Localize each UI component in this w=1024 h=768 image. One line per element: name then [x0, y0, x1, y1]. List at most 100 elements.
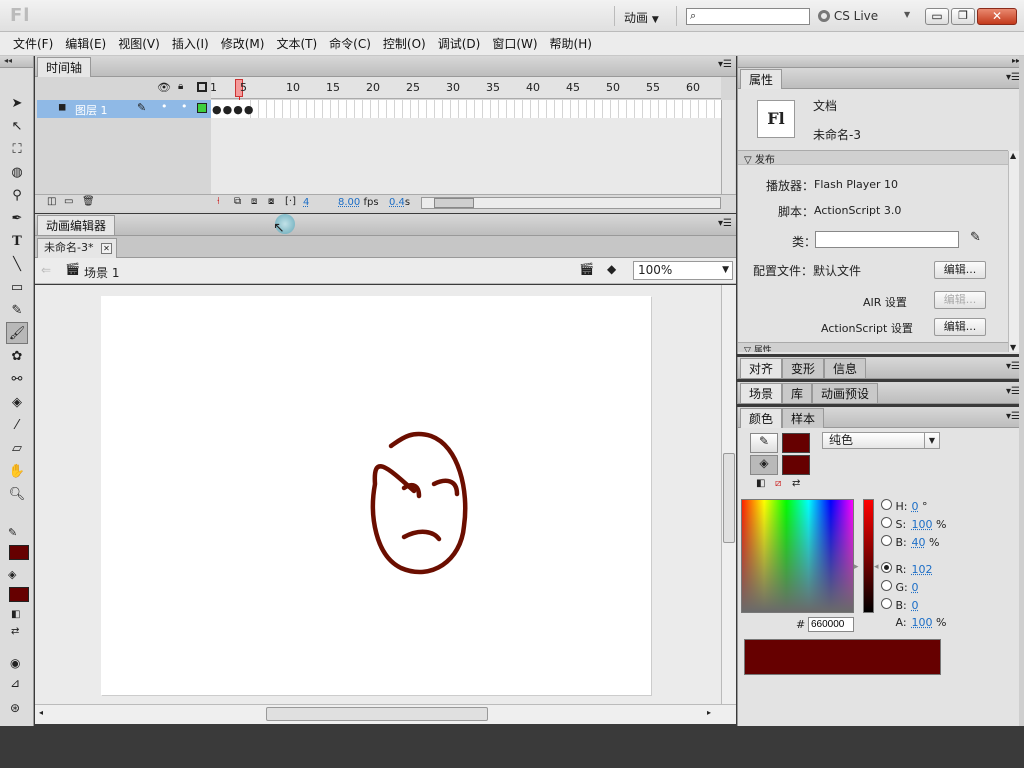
menu-item[interactable]: 窗口(W)	[486, 32, 543, 56]
slider-arrow-icon[interactable]: ◂	[874, 562, 879, 572]
pen-tool-icon[interactable]: ✒	[6, 207, 28, 229]
stage-hscroll-thumb[interactable]	[266, 707, 488, 721]
channel-value[interactable]: 100	[912, 616, 933, 629]
channel-radio[interactable]	[881, 535, 892, 546]
tab-row3-1[interactable]: 样本	[782, 408, 825, 428]
search-input[interactable]: ⌕	[686, 8, 810, 25]
timeline-hscroll-thumb[interactable]	[434, 198, 474, 208]
modify-markers-icon[interactable]: [·]	[285, 196, 296, 207]
lasso-tool-icon[interactable]: ⚲	[6, 184, 28, 206]
menu-item[interactable]: 命令(C)	[323, 32, 377, 56]
swap-colors-icon[interactable]: ⇄	[792, 478, 800, 489]
scroll-up-icon[interactable]: ▲	[1010, 151, 1016, 160]
edit-multiple-icon[interactable]: ⧇	[268, 196, 274, 207]
3d-rotation-tool-icon[interactable]: ◍	[6, 161, 28, 183]
tab-timeline[interactable]: 时间轴	[37, 57, 92, 77]
layer-color-box[interactable]	[197, 103, 207, 113]
channel-radio[interactable]	[881, 580, 892, 591]
zoom-select[interactable]: 100% ▼	[633, 261, 733, 280]
menu-item[interactable]: 文件(F)	[7, 32, 59, 56]
stage-vscroll[interactable]	[721, 285, 736, 704]
properties-collapse[interactable]: ▸▸	[738, 56, 1024, 68]
channel-value[interactable]: 0	[912, 500, 919, 513]
menu-item[interactable]: 帮助(H)	[544, 32, 598, 56]
channel-radio[interactable]	[881, 517, 892, 528]
scene-label[interactable]: 场景 1	[84, 264, 119, 281]
black-white-icon[interactable]: ◧	[11, 609, 20, 620]
cs-live-menu-icon[interactable]: ▼	[904, 10, 910, 19]
tab-row2-2[interactable]: 动画预设	[812, 383, 879, 403]
stroke-swatch[interactable]	[782, 433, 810, 453]
tools-collapse[interactable]: ◂◂	[0, 56, 33, 68]
channel-radio[interactable]	[881, 562, 892, 573]
channel-value[interactable]: 0	[912, 599, 919, 612]
zoom-tool-icon[interactable]: 🔍︎	[6, 483, 28, 505]
hand-tool-icon[interactable]: ✋	[6, 460, 28, 482]
tab-row2-1[interactable]: 库	[782, 383, 813, 403]
tab-row1-2[interactable]: 信息	[824, 358, 867, 378]
channel-value[interactable]: 40	[912, 536, 926, 549]
frames-row[interactable]: ● ● ● ●	[211, 100, 721, 118]
scroll-left-icon[interactable]: ◂	[39, 708, 43, 717]
paint-bucket-tool-icon[interactable]: ◈	[6, 391, 28, 413]
fps-display[interactable]: 8.00 fps	[338, 197, 379, 208]
scroll-right-icon[interactable]: ▸	[707, 708, 711, 717]
stroke-pencil-icon[interactable]: ✎	[750, 433, 778, 453]
fill-bucket-icon[interactable]: ◈	[750, 455, 778, 475]
keyframes[interactable]: ● ● ● ●	[211, 100, 253, 118]
smooth-icon[interactable]: ⊿	[10, 676, 20, 690]
timeline-hscroll[interactable]	[421, 197, 721, 209]
restore-button[interactable]: ❐	[951, 8, 975, 25]
publish-section-header[interactable]: ▽ 发布	[738, 150, 1008, 166]
elapsed-time[interactable]: 0.4s	[389, 197, 410, 208]
eraser-tool-icon[interactable]: ▱	[6, 437, 28, 459]
stage-vscroll-thumb[interactable]	[723, 453, 735, 543]
swap-colors-icon[interactable]: ⇄	[11, 626, 19, 637]
menu-item[interactable]: 文本(T)	[270, 32, 323, 56]
scroll-down-icon[interactable]: ▼	[1010, 343, 1016, 352]
class-field[interactable]	[815, 231, 959, 248]
layer-row[interactable]: ◼ 图层 1 ✎ • •	[37, 100, 211, 118]
snap-icon[interactable]: ◉	[10, 656, 20, 670]
panel-menu-icon[interactable]: ▾☰	[718, 59, 732, 70]
fill-swatch[interactable]	[782, 455, 810, 475]
fill-color-swatch[interactable]	[9, 587, 29, 602]
delete-layer-icon[interactable]: 🗑︎	[82, 196, 95, 207]
current-frame[interactable]: 4	[303, 197, 309, 208]
stage[interactable]	[101, 296, 651, 695]
edit-symbols-icon[interactable]: ◆	[607, 262, 616, 276]
close-button[interactable]: ✕	[977, 8, 1017, 25]
timeline-vscroll[interactable]	[721, 100, 735, 194]
workspace-switcher[interactable]: 动画 ▼	[624, 9, 659, 26]
edit-scene-icon[interactable]: 🎬︎	[579, 262, 594, 276]
text-tool-icon[interactable]: T	[6, 230, 28, 252]
tab-row3-0[interactable]: 颜色	[740, 408, 783, 428]
visibility-dot[interactable]: •	[161, 100, 168, 113]
pencil-tool-icon[interactable]: ✎	[6, 299, 28, 321]
tab-document[interactable]: 未命名-3* ✕	[37, 238, 117, 258]
onion-skin-icon[interactable]: ⧉	[234, 196, 241, 207]
channel-radio[interactable]	[881, 598, 892, 609]
tab-row1-1[interactable]: 变形	[782, 358, 825, 378]
object-drawing-icon[interactable]: ⊛	[10, 701, 20, 715]
eyedropper-tool-icon[interactable]: ⁄	[6, 414, 28, 436]
edit-profile-button[interactable]: 编辑...	[934, 261, 986, 279]
free-transform-tool-icon[interactable]: ⛶	[6, 138, 28, 160]
channel-value[interactable]: 0	[912, 581, 919, 594]
tab-properties[interactable]: 属性	[740, 69, 783, 89]
menu-item[interactable]: 编辑(E)	[59, 32, 112, 56]
hex-input[interactable]	[808, 617, 854, 632]
tab-row2-0[interactable]: 场景	[740, 383, 783, 403]
lock-icon[interactable]: 🔒︎	[178, 81, 183, 92]
channel-value[interactable]: 102	[912, 563, 933, 576]
panel-menu-icon[interactable]: ▾☰	[1006, 411, 1020, 422]
onion-outline-icon[interactable]: ⧈	[251, 196, 257, 207]
edit-as-button[interactable]: 编辑...	[934, 318, 986, 336]
panel-menu-icon[interactable]: ▾☰	[1006, 386, 1020, 397]
props-section-header[interactable]: ▽ 属性	[738, 342, 1008, 352]
no-color-icon[interactable]: ⧄	[775, 478, 781, 489]
stroke-color-swatch[interactable]	[9, 545, 29, 560]
new-layer-icon[interactable]: ◫	[47, 196, 56, 207]
panel-menu-icon[interactable]: ▾☰	[1006, 361, 1020, 372]
menu-item[interactable]: 视图(V)	[112, 32, 166, 56]
